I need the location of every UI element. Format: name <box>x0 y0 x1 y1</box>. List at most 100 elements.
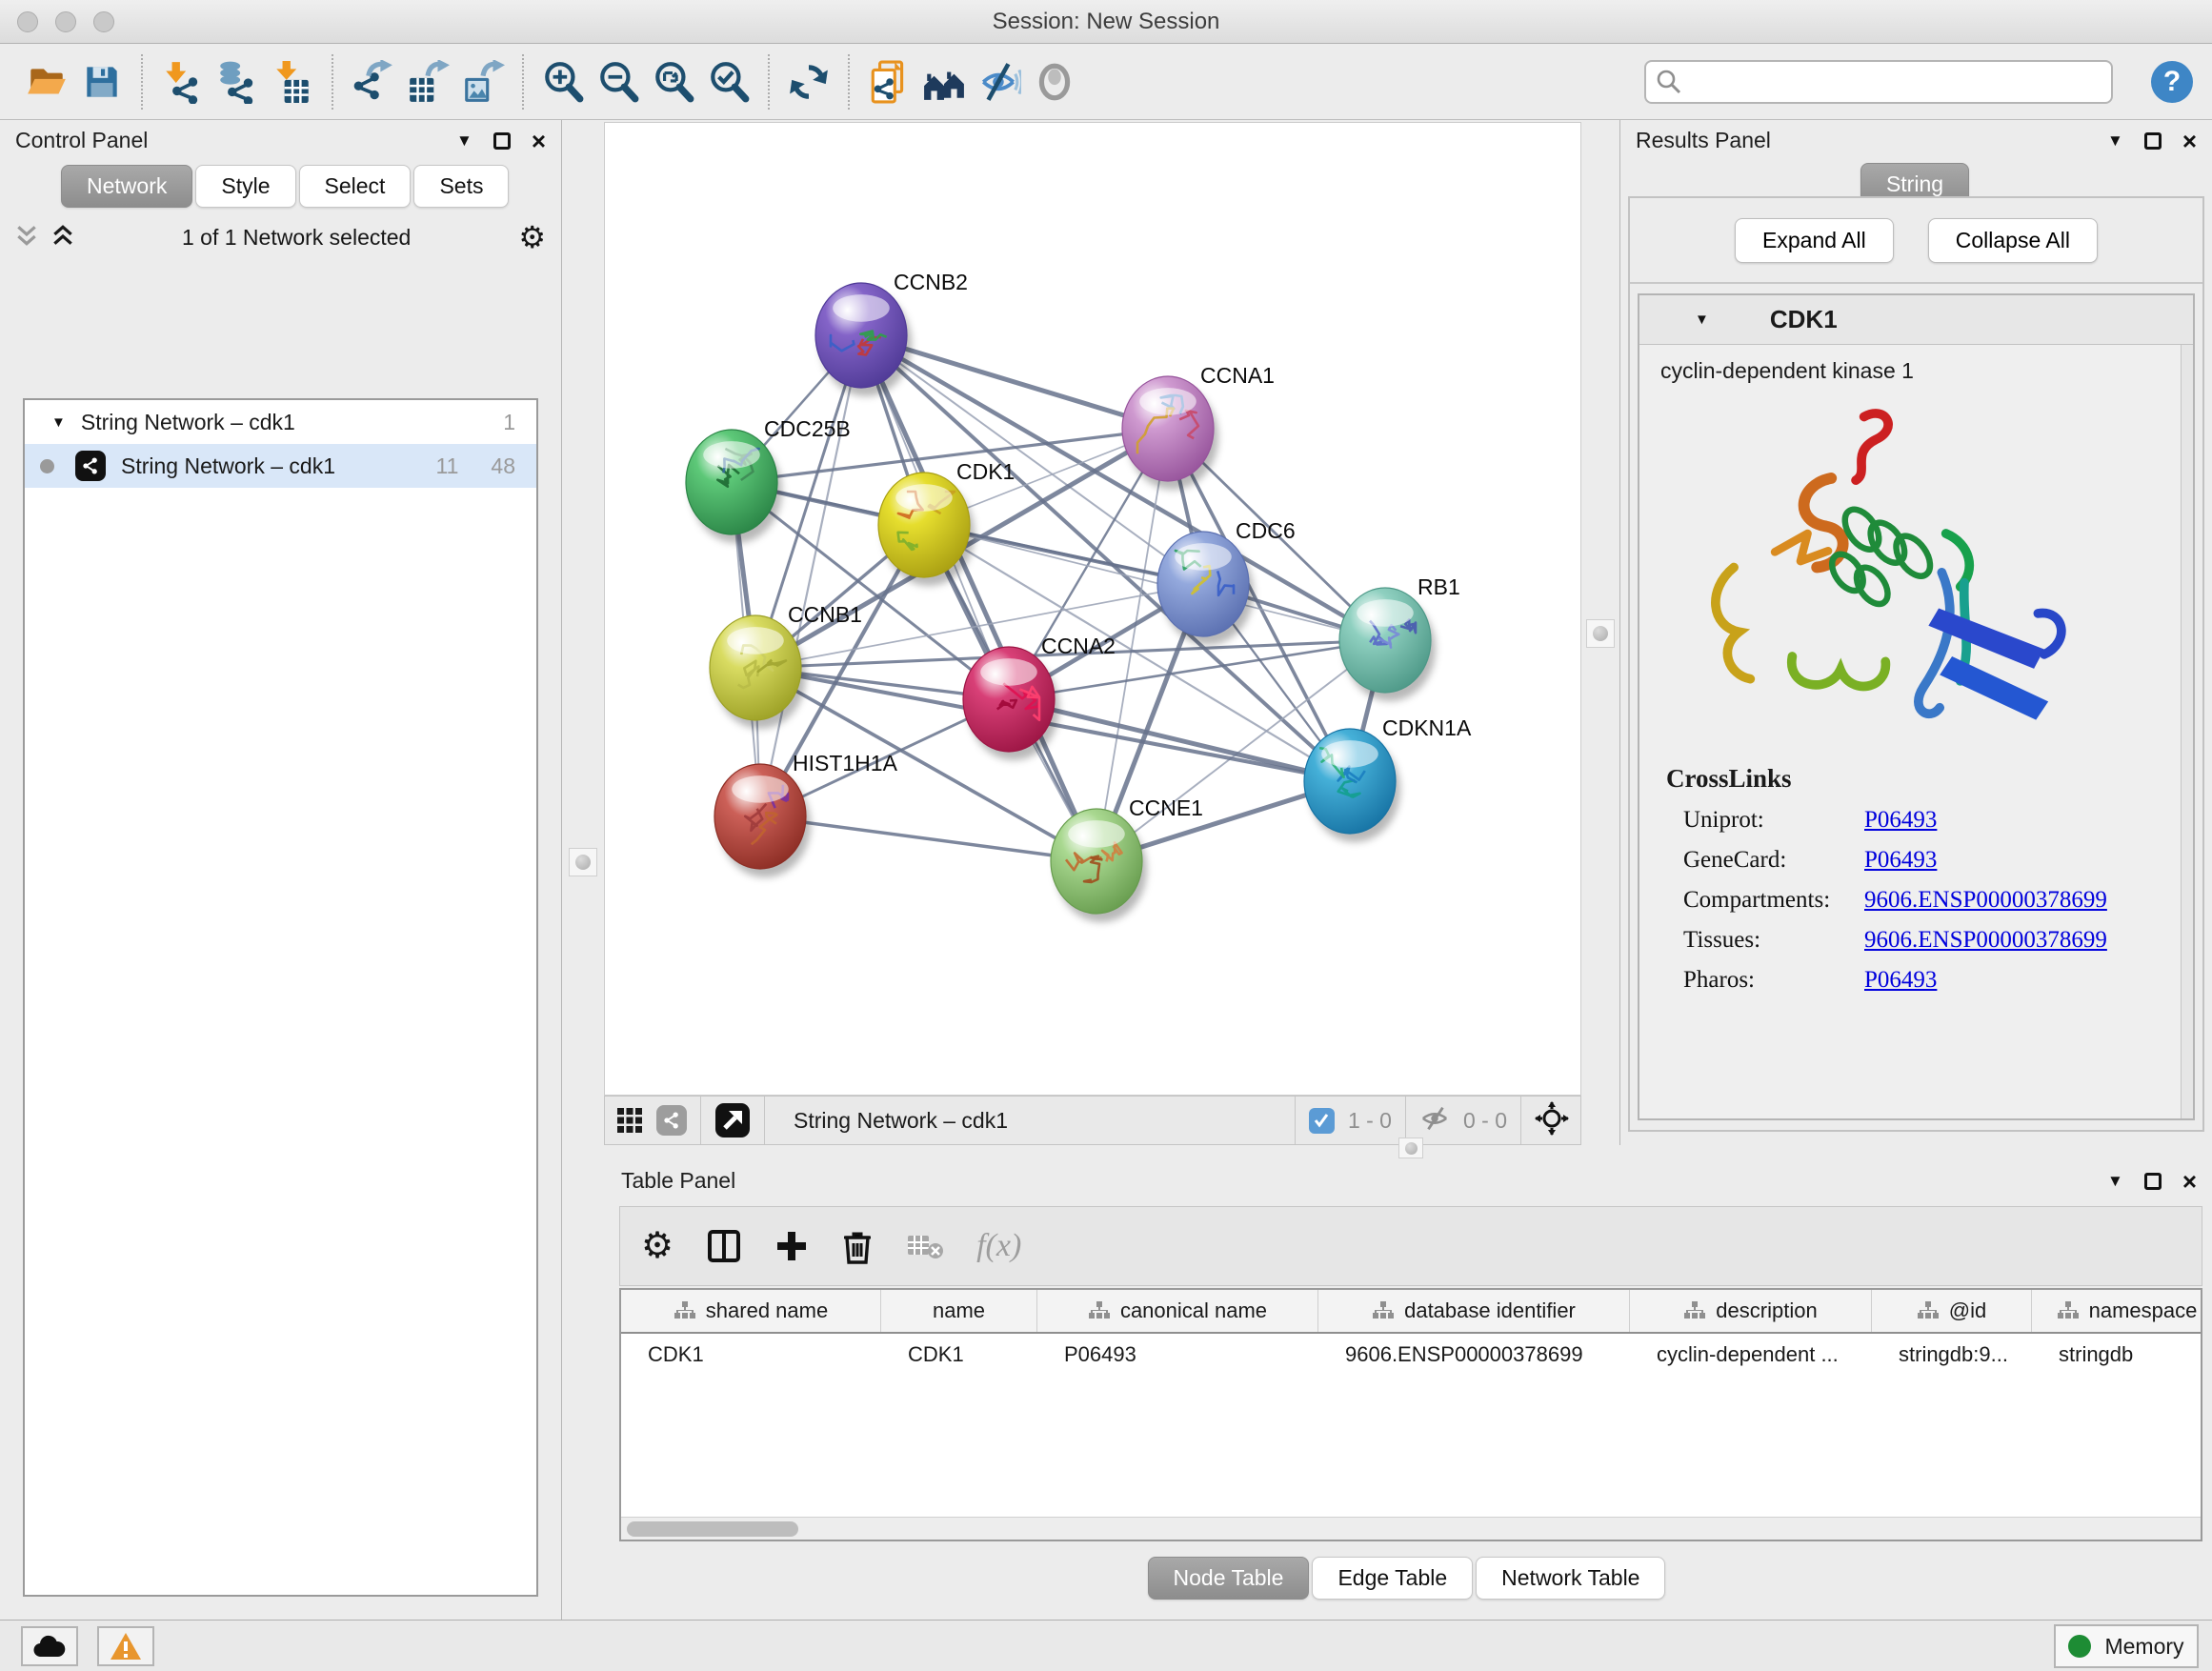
network-node-CCNB2[interactable] <box>815 283 912 396</box>
close-window-icon[interactable] <box>17 11 38 32</box>
crosslink-link[interactable]: P06493 <box>1864 967 1937 994</box>
left-splitter-handle[interactable] <box>569 848 597 876</box>
open-session-icon[interactable] <box>19 51 74 112</box>
table-horizontal-scrollbar[interactable] <box>621 1517 2201 1540</box>
right-splitter[interactable] <box>1581 120 1619 1145</box>
network-view-canvas[interactable]: CCNB2CCNA1CDC25BCDK1CDC6RB1CCNB1CCNA2CDK… <box>604 122 1581 1096</box>
new-network-from-selection-icon[interactable] <box>861 51 916 112</box>
panel-close-icon[interactable]: × <box>2182 132 2197 150</box>
collapse-all-icon[interactable] <box>15 223 38 252</box>
zoom-selected-icon[interactable] <box>701 51 756 112</box>
save-session-icon[interactable] <box>74 51 130 112</box>
tab-node-table[interactable]: Node Table <box>1148 1557 1310 1600</box>
export-network-icon[interactable] <box>345 51 400 112</box>
panel-float-icon[interactable] <box>2144 1173 2162 1190</box>
import-network-database-icon[interactable] <box>210 51 265 112</box>
column-header-description[interactable]: description <box>1630 1290 1872 1332</box>
table-options-gear-icon[interactable]: ⚙ <box>641 1231 674 1261</box>
search-input[interactable] <box>1644 60 2113 104</box>
entry-collapse-icon[interactable]: ▼ <box>1695 312 1709 328</box>
tab-network[interactable]: Network <box>61 165 192 208</box>
network-edge[interactable] <box>861 335 1096 861</box>
network-node-CCNA1[interactable] <box>1122 376 1218 490</box>
delete-column-icon[interactable] <box>841 1228 874 1264</box>
expand-all-button[interactable]: Expand All <box>1735 218 1894 263</box>
panel-menu-icon[interactable]: ▼ <box>2107 1172 2123 1191</box>
panel-float-icon[interactable] <box>2144 132 2162 150</box>
network-node-CDK1[interactable] <box>878 473 975 586</box>
panel-menu-icon[interactable]: ▼ <box>456 131 473 151</box>
help-icon[interactable]: ? <box>2151 61 2193 103</box>
warnings-button[interactable] <box>97 1626 154 1666</box>
column-header-database-identifier[interactable]: database identifier <box>1318 1290 1630 1332</box>
add-column-icon[interactable] <box>774 1229 809 1263</box>
panel-float-icon[interactable] <box>493 132 511 150</box>
table-cell[interactable]: CDK1 <box>881 1342 1037 1367</box>
crosslink-link[interactable]: P06493 <box>1864 847 1937 874</box>
zoom-fit-icon[interactable] <box>646 51 701 112</box>
hidden-eye-icon[interactable] <box>1419 1105 1450 1137</box>
tab-edge-table[interactable]: Edge Table <box>1312 1557 1473 1600</box>
panel-close-icon[interactable]: × <box>532 132 546 150</box>
network-edge[interactable] <box>760 335 861 816</box>
delete-table-icon[interactable] <box>906 1230 944 1262</box>
fit-content-crosshair-icon[interactable] <box>1535 1101 1569 1140</box>
collapse-all-button[interactable]: Collapse All <box>1928 218 2098 263</box>
table-cell[interactable]: stringdb <box>2032 1342 2202 1367</box>
table-splitter-handle[interactable] <box>1398 1137 1423 1158</box>
maximize-window-icon[interactable] <box>93 11 114 32</box>
network-options-gear-icon[interactable]: ⚙ <box>518 222 546 252</box>
show-columns-icon[interactable] <box>706 1228 742 1264</box>
collection-expand-icon[interactable]: ▼ <box>51 414 66 431</box>
column-header-canonical-name[interactable]: canonical name <box>1037 1290 1318 1332</box>
right-splitter-handle[interactable] <box>1586 619 1615 648</box>
panel-menu-icon[interactable]: ▼ <box>2107 131 2123 151</box>
cloud-status-button[interactable] <box>21 1626 78 1666</box>
network-node-CDKN1A[interactable] <box>1304 729 1400 842</box>
refresh-layout-icon[interactable] <box>781 51 836 112</box>
column-header-shared-name[interactable]: shared name <box>621 1290 881 1332</box>
network-row[interactable]: String Network – cdk1 11 48 <box>25 444 536 488</box>
left-splitter[interactable] <box>562 120 604 1620</box>
tab-network-table[interactable]: Network Table <box>1476 1557 1665 1600</box>
minimize-window-icon[interactable] <box>55 11 76 32</box>
results-scrollbar[interactable] <box>2181 345 2193 1118</box>
network-node-CDC25B[interactable] <box>686 430 782 543</box>
import-table-icon[interactable] <box>265 51 320 112</box>
grid-view-icon[interactable] <box>616 1107 643 1134</box>
detach-view-icon[interactable] <box>714 1102 751 1138</box>
table-cell[interactable]: stringdb:9... <box>1872 1342 2032 1367</box>
function-builder-icon[interactable]: f(x) <box>976 1228 1021 1264</box>
zoom-out-icon[interactable] <box>591 51 646 112</box>
crosslink-link[interactable]: 9606.ENSP00000378699 <box>1864 887 2107 914</box>
first-neighbors-icon[interactable] <box>916 51 972 112</box>
crosslink-link[interactable]: P06493 <box>1864 807 1937 834</box>
table-cell[interactable]: P06493 <box>1037 1342 1318 1367</box>
table-cell[interactable]: CDK1 <box>621 1342 881 1367</box>
node-details-header[interactable]: ▼ CDK1 <box>1639 295 2193 345</box>
tab-sets[interactable]: Sets <box>413 165 509 208</box>
expand-all-icon[interactable] <box>51 223 74 252</box>
network-view-string-icon[interactable] <box>656 1105 687 1136</box>
scrollbar-thumb[interactable] <box>627 1521 798 1537</box>
table-cell[interactable]: cyclin-dependent ... <box>1630 1342 1872 1367</box>
tab-select[interactable]: Select <box>299 165 412 208</box>
column-header-@id[interactable]: @id <box>1872 1290 2032 1332</box>
show-all-icon[interactable] <box>1027 51 1082 112</box>
column-header-name[interactable]: name <box>881 1290 1037 1332</box>
network-node-CDC6[interactable] <box>1157 532 1254 645</box>
import-network-file-icon[interactable] <box>154 51 210 112</box>
table-row[interactable]: CDK1CDK1P064939606.ENSP00000378699cyclin… <box>621 1334 2201 1376</box>
network-node-CCNB1[interactable] <box>710 615 806 729</box>
column-header-namespace[interactable]: namespace <box>2032 1290 2202 1332</box>
export-image-icon[interactable] <box>455 51 511 112</box>
memory-button[interactable]: Memory <box>2054 1624 2199 1668</box>
network-collection-row[interactable]: ▼ String Network – cdk1 1 <box>25 400 536 444</box>
export-table-icon[interactable] <box>400 51 455 112</box>
network-node-HIST1H1A[interactable] <box>714 764 811 877</box>
tab-style[interactable]: Style <box>195 165 295 208</box>
panel-close-icon[interactable]: × <box>2182 1173 2197 1190</box>
table-cell[interactable]: 9606.ENSP00000378699 <box>1318 1342 1630 1367</box>
network-node-CCNA2[interactable] <box>963 647 1059 760</box>
selected-checkbox-icon[interactable] <box>1309 1108 1335 1134</box>
